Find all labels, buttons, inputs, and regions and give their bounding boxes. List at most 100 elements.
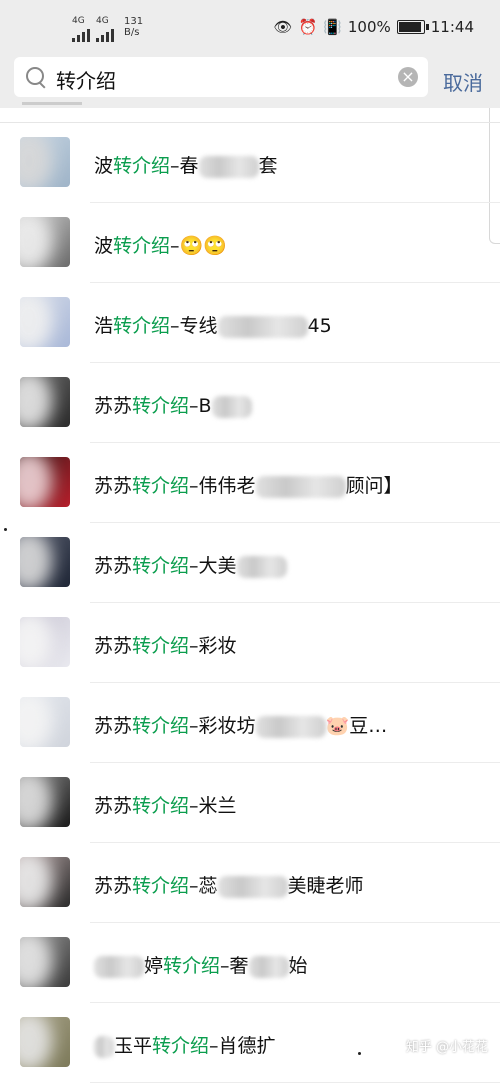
status-left: 4G 4G 131 B/s [72,16,143,42]
result-item[interactable]: 波转介绍–春 套 [0,123,500,203]
result-item[interactable]: 苏苏转介绍–大美 [0,523,500,603]
search-highlight: 转介绍 [132,475,190,497]
result-item[interactable]: 苏苏转介绍–伟伟老 顾问】 [0,443,500,523]
result-prefix: 苏苏 [94,555,133,577]
avatar [20,377,70,427]
search-highlight: 转介绍 [113,315,171,337]
search-query[interactable]: 转介绍 [56,65,116,94]
clock: 11:44 [430,18,474,36]
result-tail: 顾问】 [345,475,403,497]
result-title: 苏苏转介绍–B [94,391,252,418]
clear-icon[interactable]: × [398,67,418,87]
result-suffix: –彩妆坊 [189,715,256,737]
speck [358,1052,361,1055]
redacted-text [198,155,259,178]
avatar [20,617,70,667]
result-prefix: 苏苏 [94,395,133,417]
result-item[interactable]: 苏苏转介绍–B [0,363,500,443]
speed-value: 131 [124,16,144,27]
result-item[interactable]: 婷转介绍–奢 始 [0,923,500,1003]
result-prefix: 婷 [144,955,164,977]
search-highlight: 转介绍 [152,1035,210,1057]
result-prefix: 波 [94,235,114,257]
sim1-label: 4G [72,16,85,26]
result-suffix: –伟伟老 [189,475,256,497]
result-item[interactable]: 浩转介绍–专线 45 [0,283,500,363]
search-highlight: 转介绍 [132,875,190,897]
result-title: 苏苏转介绍–蕊 美睫老师 [94,871,364,898]
redacted-text [217,875,288,898]
result-item[interactable]: 波转介绍–🙄🙄 [0,203,500,283]
redacted-text [211,395,252,418]
result-title: 婷转介绍–奢 始 [94,951,308,978]
result-title: 玉平转介绍–肖德扩 [94,1031,276,1058]
search-highlight: 转介绍 [132,795,190,817]
speck [4,528,7,531]
search-highlight: 转介绍 [132,555,190,577]
avatar [20,137,70,187]
avatar [20,697,70,747]
eye-icon: 👁 [273,18,293,36]
avatar [20,297,70,347]
cancel-button[interactable]: 取消 [443,67,483,96]
section-header [22,96,82,106]
avatar [20,1017,70,1067]
result-tail: 套 [258,155,278,177]
result-prefix: 波 [94,155,114,177]
result-prefix: 苏苏 [94,795,133,817]
result-title: 波转介绍–春 套 [94,151,278,178]
result-prefix: 苏苏 [94,875,133,897]
search-highlight: 转介绍 [113,155,171,177]
result-prefix: 苏苏 [94,715,133,737]
speed-unit: B/s [124,27,140,38]
alarm-icon: ⏰ [298,18,318,36]
result-title: 苏苏转介绍–伟伟老 顾问】 [94,471,403,498]
result-tail: 45 [307,315,332,337]
result-title: 苏苏转介绍–彩妆坊 🐷豆… [94,711,387,738]
avatar [20,537,70,587]
result-prefix: 玉平 [114,1035,153,1057]
result-suffix: –🙄🙄 [170,235,227,257]
result-suffix: –B [189,395,212,417]
redacted-text [255,715,326,738]
result-suffix: –大美 [189,555,237,577]
result-item[interactable]: 苏苏转介绍–米兰 [0,763,500,843]
result-suffix: –彩妆 [189,635,237,657]
result-suffix: –蕊 [189,875,218,897]
redacted-text [236,555,287,578]
search-highlight: 转介绍 [163,955,221,977]
result-prefix: 苏苏 [94,635,133,657]
status-right: 👁 ⏰ 📳 100% 11:44 [273,18,474,36]
result-suffix: –专线 [170,315,218,337]
search-input[interactable]: 转介绍 × [14,57,428,97]
avatar [20,857,70,907]
redacted-text [255,475,346,498]
battery-percent: 100% [347,18,391,36]
sim2-signal-icon: 4G [96,16,114,42]
result-title: 苏苏转介绍–米兰 [94,791,237,818]
result-suffix: –肖德扩 [209,1035,276,1057]
search-highlight: 转介绍 [113,235,171,257]
sim2-label: 4G [96,16,109,26]
search-highlight: 转介绍 [132,395,190,417]
watermark: 知乎 @小花花 [405,1040,488,1055]
search-highlight: 转介绍 [132,715,190,737]
avatar [20,937,70,987]
redacted-text [94,1035,114,1058]
result-item[interactable]: 苏苏转介绍–彩妆 [0,603,500,683]
search-icon [26,67,44,85]
result-item[interactable]: 苏苏转介绍–彩妆坊 🐷豆… [0,683,500,763]
battery-icon [396,20,429,34]
vibrate-icon: 📳 [323,18,342,36]
result-tail: 美睫老师 [287,875,364,897]
result-suffix: –米兰 [189,795,237,817]
network-speed: 131 B/s [124,16,143,38]
result-prefix: 苏苏 [94,475,133,497]
result-item[interactable]: 苏苏转介绍–蕊 美睫老师 [0,843,500,923]
result-prefix: 浩 [94,315,114,337]
result-title: 波转介绍–🙄🙄 [94,231,227,258]
avatar [20,777,70,827]
avatar [20,217,70,267]
redacted-text [217,315,308,338]
result-suffix: –奢 [220,955,249,977]
